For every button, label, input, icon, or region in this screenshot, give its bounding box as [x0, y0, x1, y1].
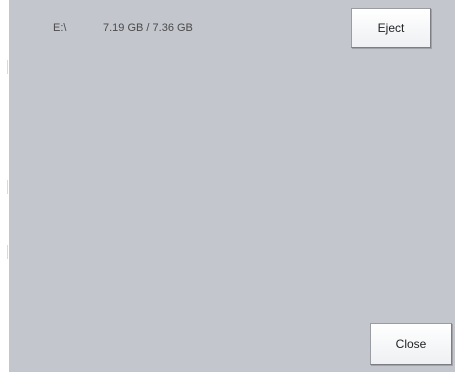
drive-usage: 7.19 GB / 7.36 GB: [103, 22, 193, 34]
drive-letter: E:\: [53, 22, 67, 34]
border-tick: [7, 180, 8, 194]
close-button[interactable]: Close: [370, 323, 452, 365]
left-border: [0, 0, 8, 377]
border-tick: [7, 60, 8, 74]
eject-button[interactable]: Eject: [351, 8, 431, 48]
border-tick: [7, 245, 8, 259]
bottom-border: [0, 372, 465, 377]
right-border: [455, 0, 465, 377]
drive-panel: [9, 0, 455, 372]
dialog-window: E:\ 7.19 GB / 7.36 GB Eject Close: [0, 0, 465, 377]
